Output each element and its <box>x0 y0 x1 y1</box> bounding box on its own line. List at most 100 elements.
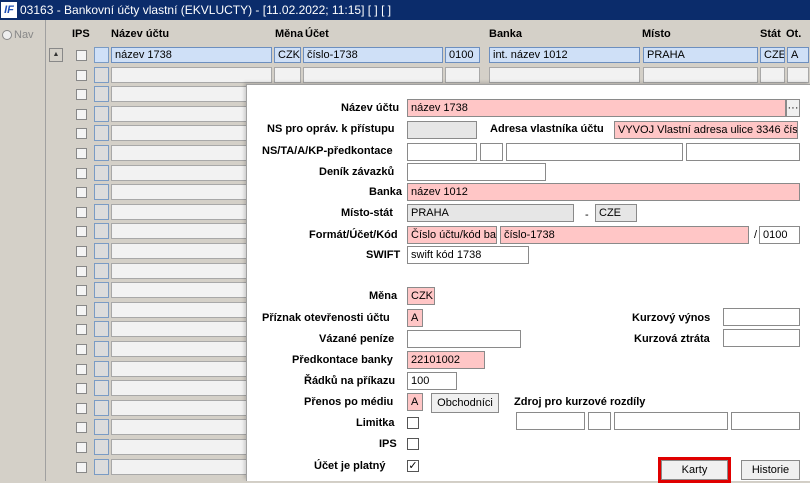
table-cell[interactable] <box>303 66 443 83</box>
row-selector[interactable] <box>94 184 109 201</box>
row-selector[interactable] <box>94 458 109 475</box>
ips-checkbox[interactable] <box>76 128 87 140</box>
mena-field[interactable]: CZK <box>407 287 435 305</box>
table-cell[interactable] <box>489 66 640 83</box>
col-header-ucet[interactable]: Účet <box>305 28 329 40</box>
row-selector[interactable] <box>94 301 109 318</box>
ips-checkbox[interactable] <box>76 402 87 414</box>
cell-banka[interactable]: int. název 1012 <box>489 47 640 63</box>
kod-banky-field[interactable]: 0100 <box>759 226 800 244</box>
zdroj-field-2[interactable] <box>588 412 611 430</box>
row-selector[interactable] <box>94 203 109 220</box>
ns-field[interactable] <box>407 143 477 161</box>
ta-field[interactable] <box>480 143 503 161</box>
ips-checkbox[interactable] <box>76 108 87 120</box>
more-dots-button[interactable]: ··· <box>786 99 800 117</box>
row-selector[interactable] <box>94 321 109 338</box>
vazane-field[interactable] <box>407 330 521 348</box>
historie-button[interactable]: Historie <box>741 460 800 480</box>
row-selector[interactable] <box>94 223 109 240</box>
ips-checkbox[interactable] <box>76 265 87 277</box>
row-selector[interactable] <box>94 262 109 279</box>
ips-checkbox[interactable] <box>76 422 87 434</box>
ips-checkbox[interactable] <box>76 89 87 101</box>
table-row[interactable] <box>46 66 810 84</box>
platny-checkbox[interactable]: ✓ <box>407 460 419 472</box>
ips-checkbox[interactable] <box>76 461 87 473</box>
row-selector[interactable] <box>94 145 109 161</box>
row-selector[interactable] <box>94 66 109 83</box>
ips-checkbox[interactable] <box>76 324 87 336</box>
zdroj-field-1[interactable] <box>516 412 585 430</box>
ips-checkbox[interactable] <box>76 363 87 375</box>
table-cell[interactable] <box>111 66 272 83</box>
cell-mena[interactable]: CZK <box>274 47 301 63</box>
nav-button[interactable]: Nav <box>2 29 34 41</box>
row-selector[interactable] <box>94 125 109 142</box>
ips-checkbox[interactable] <box>76 246 87 257</box>
banka-field[interactable]: název 1012 <box>407 183 800 201</box>
table-cell[interactable] <box>787 66 809 83</box>
ips-checkbox[interactable] <box>76 50 87 61</box>
ns-opravneni-field[interactable] <box>407 121 477 139</box>
col-header-nazev[interactable]: Název účtu <box>111 28 169 40</box>
ips-checkbox[interactable] <box>76 226 87 238</box>
obchodnici-button[interactable]: Obchodníci <box>431 393 499 413</box>
ips-checkbox[interactable] <box>76 285 87 297</box>
zdroj-field-4[interactable] <box>731 412 800 430</box>
limitka-checkbox[interactable] <box>407 417 419 429</box>
row-selector[interactable] <box>94 282 109 299</box>
cell-stat[interactable]: CZE <box>760 47 785 63</box>
nazev-uctu-field[interactable]: název 1738 <box>407 99 786 117</box>
col-header-stat[interactable]: Stát <box>760 28 781 40</box>
cell-misto[interactable]: PRAHA <box>643 47 758 63</box>
col-header-misto[interactable]: Místo <box>642 28 671 40</box>
priznak-field[interactable]: A <box>407 309 423 327</box>
row-selector[interactable] <box>94 86 109 103</box>
ips-checkbox[interactable] <box>76 442 87 453</box>
cell-kod[interactable]: 0100 <box>445 47 480 63</box>
row-selector[interactable] <box>94 360 109 377</box>
ips-checkbox[interactable] <box>76 304 87 316</box>
row-selector[interactable] <box>94 380 109 397</box>
radku-field[interactable]: 100 <box>407 372 457 390</box>
prenos-field[interactable]: A <box>407 393 423 411</box>
stat-field[interactable]: CZE <box>595 204 637 222</box>
col-header-ot[interactable]: Ot. <box>786 28 801 40</box>
col-header-mena[interactable]: Měna <box>275 28 303 40</box>
cell-ot[interactable]: A <box>787 47 809 63</box>
ips-checkbox[interactable] <box>76 206 87 218</box>
row-selector[interactable] <box>94 47 109 63</box>
misto-field[interactable]: PRAHA <box>407 204 574 222</box>
ips-checkbox[interactable] <box>76 187 87 199</box>
row-selector[interactable] <box>94 399 109 416</box>
row-selector[interactable] <box>94 164 109 181</box>
ips-checkbox[interactable] <box>76 69 87 81</box>
format-field[interactable]: Číslo účtu/kód bar <box>407 226 497 244</box>
kurzova-ztrata-field[interactable] <box>723 329 800 347</box>
kurzovy-vynos-field[interactable] <box>723 308 800 326</box>
ips-checkbox[interactable] <box>76 344 87 355</box>
swift-field[interactable]: swift kód 1738 <box>407 246 529 264</box>
cell-nazev[interactable]: název 1738 <box>111 47 272 63</box>
ips-checkbox[interactable] <box>76 167 87 179</box>
denik-field[interactable] <box>407 163 546 181</box>
col-header-ips[interactable]: IPS <box>72 28 90 40</box>
predkontace-banky-field[interactable]: 22101002 <box>407 351 485 369</box>
ips-checkbox[interactable] <box>76 148 87 159</box>
table-cell[interactable] <box>445 66 480 83</box>
row-selector[interactable] <box>94 439 109 455</box>
ips-checkbox[interactable] <box>76 383 87 395</box>
ips-checkbox[interactable] <box>407 438 419 450</box>
table-cell[interactable] <box>643 66 758 83</box>
table-cell[interactable] <box>274 66 301 83</box>
row-selector[interactable] <box>94 105 109 122</box>
adresa-field[interactable]: VYVOJ Vlastní adresa ulice 3346 čís <box>614 121 798 139</box>
kp-field[interactable] <box>686 143 800 161</box>
row-selector[interactable] <box>94 243 109 259</box>
cell-ucet[interactable]: číslo-1738 <box>303 47 443 63</box>
row-selector[interactable] <box>94 341 109 357</box>
row-selector[interactable] <box>94 419 109 436</box>
table-row[interactable]: název 1738 CZK číslo-1738 0100 int. náze… <box>46 46 810 64</box>
zdroj-field-3[interactable] <box>614 412 728 430</box>
